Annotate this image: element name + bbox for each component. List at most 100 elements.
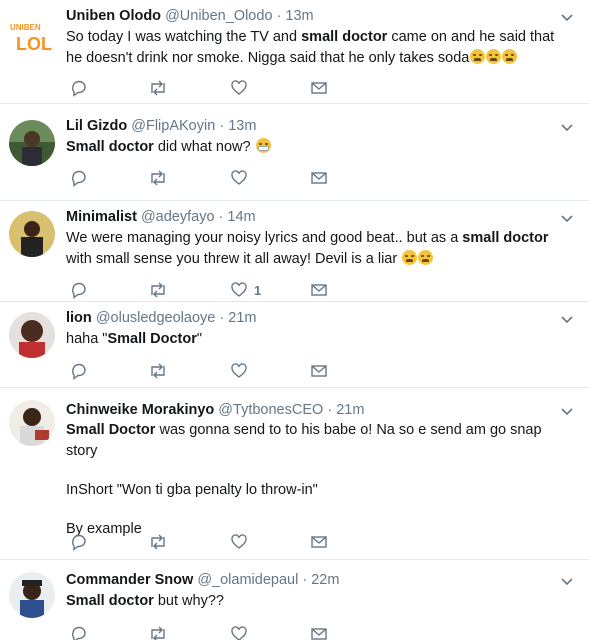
user-handle[interactable]: @TytbonesCEO bbox=[218, 402, 323, 418]
avatar[interactable]: UNIBEN LOL bbox=[6, 10, 58, 56]
retweet-button[interactable] bbox=[148, 361, 168, 381]
keyword-highlight: Small Doctor bbox=[107, 331, 197, 347]
avatar[interactable] bbox=[9, 312, 55, 358]
like-button[interactable]: 1 bbox=[230, 280, 261, 300]
retweet-icon bbox=[148, 281, 168, 299]
like-button[interactable] bbox=[230, 78, 248, 98]
tweet[interactable]: Lil Gizdo @FlipAKoyin · 13m Small doctor… bbox=[0, 104, 589, 201]
tweet-paragraph: Small Doctor was gonna send to to his ba… bbox=[66, 420, 571, 462]
user-handle[interactable]: @olusledgeolaoye bbox=[96, 310, 216, 326]
logo-top-text: UNIBEN bbox=[10, 23, 41, 32]
display-name[interactable]: Lil Gizdo bbox=[66, 118, 127, 134]
user-handle[interactable]: @FlipAKoyin bbox=[131, 118, 215, 134]
tweet-text-segment: " bbox=[196, 331, 203, 347]
reply-icon bbox=[70, 533, 88, 551]
reply-icon bbox=[70, 625, 88, 640]
avatar[interactable] bbox=[9, 120, 55, 166]
tweet-text-segment: but why?? bbox=[153, 593, 224, 609]
face-with-mask-emoji bbox=[255, 138, 271, 153]
tweet[interactable]: Minimalist @adeyfayo · 14m We were manag… bbox=[0, 201, 589, 302]
tweet[interactable]: UNIBEN LOL Uniben Olodo @Uniben_Olodo · … bbox=[0, 0, 589, 104]
like-icon bbox=[230, 533, 248, 551]
weary-face-emoji bbox=[486, 49, 502, 64]
avatar[interactable] bbox=[9, 211, 55, 257]
tweet-text-segment: haha " bbox=[66, 331, 108, 347]
retweet-icon bbox=[148, 625, 168, 640]
tweet-actions bbox=[70, 168, 340, 188]
tweet-text: haha "Small Doctor" bbox=[66, 329, 571, 350]
tweet-actions bbox=[70, 78, 340, 98]
tweet-header: Lil Gizdo @FlipAKoyin · 13m bbox=[66, 118, 256, 134]
direct-message-icon bbox=[310, 625, 328, 640]
user-handle[interactable]: @adeyfayo bbox=[141, 209, 215, 225]
timestamp[interactable]: 14m bbox=[227, 209, 255, 225]
avatar[interactable] bbox=[9, 400, 55, 446]
chevron-down-icon[interactable] bbox=[559, 574, 575, 590]
chevron-down-icon[interactable] bbox=[559, 10, 575, 26]
like-button[interactable] bbox=[230, 624, 248, 640]
reply-button[interactable] bbox=[70, 168, 88, 188]
avatar[interactable] bbox=[9, 572, 55, 618]
retweet-button[interactable] bbox=[148, 532, 168, 552]
reply-button[interactable] bbox=[70, 361, 88, 381]
separator-dot: · bbox=[276, 8, 282, 24]
retweet-button[interactable] bbox=[148, 280, 168, 300]
reply-icon bbox=[70, 281, 88, 299]
like-button[interactable] bbox=[230, 168, 248, 188]
tweet-text: Small Doctor was gonna send to to his ba… bbox=[66, 420, 571, 540]
timestamp[interactable]: 22m bbox=[311, 572, 339, 588]
display-name[interactable]: Minimalist bbox=[66, 209, 137, 225]
retweet-button[interactable] bbox=[148, 168, 168, 188]
chevron-down-icon[interactable] bbox=[559, 404, 575, 420]
retweet-button[interactable] bbox=[148, 78, 168, 98]
tweet-header: Minimalist @adeyfayo · 14m bbox=[66, 209, 256, 225]
like-button[interactable] bbox=[230, 532, 248, 552]
timestamp[interactable]: 21m bbox=[228, 310, 256, 326]
direct-message-button[interactable] bbox=[310, 168, 328, 188]
display-name[interactable]: Uniben Olodo bbox=[66, 8, 161, 24]
tweet[interactable]: Chinweike Morakinyo @TytbonesCEO · 21m S… bbox=[0, 388, 589, 560]
tweet-text: Small doctor but why?? bbox=[66, 591, 571, 612]
direct-message-icon bbox=[310, 281, 328, 299]
chevron-down-icon[interactable] bbox=[559, 312, 575, 328]
timestamp[interactable]: 13m bbox=[228, 118, 256, 134]
separator-dot: · bbox=[327, 402, 333, 418]
tweet-text-segment: did what now? bbox=[153, 139, 255, 155]
weary-face-emoji bbox=[402, 250, 418, 265]
tweet[interactable]: lion @olusledgeolaoye · 21m haha "Small … bbox=[0, 302, 589, 388]
direct-message-icon bbox=[310, 79, 328, 97]
tweet-header: lion @olusledgeolaoye · 21m bbox=[66, 310, 256, 326]
reply-icon bbox=[70, 169, 88, 187]
display-name[interactable]: Chinweike Morakinyo bbox=[66, 402, 214, 418]
direct-message-button[interactable] bbox=[310, 78, 328, 98]
like-icon bbox=[230, 362, 248, 380]
direct-message-button[interactable] bbox=[310, 624, 328, 640]
tweet[interactable]: Commander Snow @_olamidepaul · 22m Small… bbox=[0, 560, 589, 640]
keyword-highlight: small doctor bbox=[301, 29, 388, 45]
reply-button[interactable] bbox=[70, 280, 88, 300]
user-handle[interactable]: @_olamidepaul bbox=[197, 572, 298, 588]
reply-button[interactable] bbox=[70, 532, 88, 552]
retweet-button[interactable] bbox=[148, 624, 168, 640]
direct-message-button[interactable] bbox=[310, 532, 328, 552]
chevron-down-icon[interactable] bbox=[559, 211, 575, 227]
separator-dot: · bbox=[219, 310, 225, 326]
separator-dot: · bbox=[219, 118, 225, 134]
tweet-paragraph: Small doctor but why?? bbox=[66, 591, 571, 612]
tweet-paragraph: Small doctor did what now? bbox=[66, 137, 571, 158]
tweet-header: Commander Snow @_olamidepaul · 22m bbox=[66, 572, 339, 588]
direct-message-button[interactable] bbox=[310, 361, 328, 381]
reply-button[interactable] bbox=[70, 78, 88, 98]
chevron-down-icon[interactable] bbox=[559, 120, 575, 136]
direct-message-button[interactable] bbox=[310, 280, 328, 300]
weary-face-emoji bbox=[418, 250, 434, 265]
like-button[interactable] bbox=[230, 361, 248, 381]
keyword-highlight: small doctor bbox=[462, 230, 549, 246]
tweet-actions bbox=[70, 624, 340, 640]
display-name[interactable]: Commander Snow bbox=[66, 572, 193, 588]
timestamp[interactable]: 21m bbox=[336, 402, 364, 418]
timestamp[interactable]: 13m bbox=[285, 8, 313, 24]
reply-button[interactable] bbox=[70, 624, 88, 640]
display-name[interactable]: lion bbox=[66, 310, 92, 326]
user-handle[interactable]: @Uniben_Olodo bbox=[165, 8, 272, 24]
